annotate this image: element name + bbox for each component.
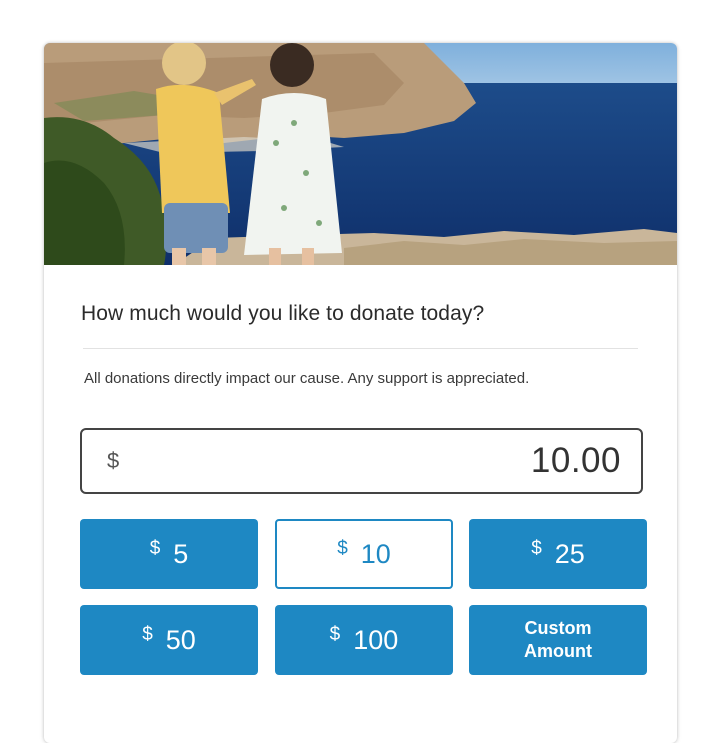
currency-symbol: $ <box>337 538 348 559</box>
currency-symbol: $ <box>142 624 153 645</box>
preset-value: 5 <box>173 538 189 569</box>
preset-25-button[interactable]: $ 25 <box>469 519 647 589</box>
divider <box>83 348 638 349</box>
amount-value: 10.00 <box>530 441 621 480</box>
currency-symbol: $ <box>531 538 542 559</box>
preset-value: 50 <box>165 624 196 655</box>
amount-input[interactable]: $ 10.00 <box>80 428 643 494</box>
donation-card: How much would you like to donate today?… <box>44 43 677 743</box>
preset-value: 100 <box>353 624 399 655</box>
preset-50-button[interactable]: $ 50 <box>80 605 258 675</box>
preset-10-button[interactable]: $ 10 <box>275 519 453 589</box>
custom-amount-button[interactable]: Custom Amount <box>469 605 647 675</box>
hero-image <box>44 43 677 265</box>
donation-subtext: All donations directly impact our cause.… <box>84 370 530 387</box>
preset-value: 25 <box>554 538 585 569</box>
preset-value: 10 <box>360 538 391 569</box>
currency-symbol: $ <box>149 538 161 559</box>
custom-amount-label: Custom Amount <box>524 618 592 661</box>
donation-question: How much would you like to donate today? <box>81 302 485 325</box>
preset-100-button[interactable]: $ 100 <box>275 605 453 675</box>
amount-currency-symbol: $ <box>107 448 120 473</box>
preset-5-button[interactable]: $ 5 <box>80 519 258 589</box>
currency-symbol: $ <box>329 624 341 645</box>
